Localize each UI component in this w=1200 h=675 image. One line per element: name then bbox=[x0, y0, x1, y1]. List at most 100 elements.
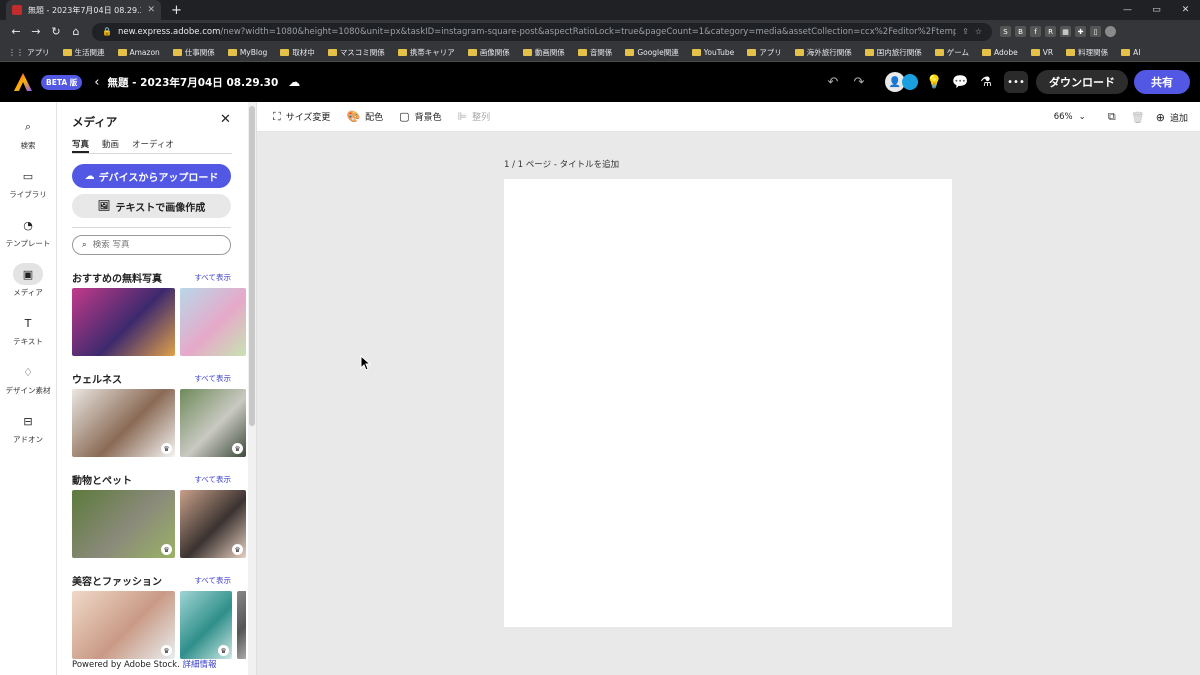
window-close-button[interactable]: ✕ bbox=[1171, 5, 1200, 15]
more-info-link[interactable]: 詳細情報 bbox=[183, 660, 217, 670]
rail-item[interactable]: ▭ ライブラリ bbox=[0, 165, 56, 200]
bookmark-item[interactable]: ⋮⋮ アプリ bbox=[8, 47, 50, 58]
bookmark-item[interactable]: 携帯キャリア bbox=[397, 47, 455, 58]
rail-item-label: ライブラリ bbox=[9, 190, 47, 199]
bookmark-item[interactable]: AI bbox=[1121, 48, 1140, 57]
maximize-button[interactable]: ▭ bbox=[1142, 5, 1171, 15]
extension-icon[interactable]: B bbox=[1015, 26, 1026, 37]
photo-thumbnail[interactable] bbox=[180, 288, 246, 356]
add-page-button[interactable]: ⊕ 追加 bbox=[1156, 111, 1188, 124]
photo-thumbnail[interactable]: ♛ bbox=[72, 591, 175, 659]
share-page-icon[interactable]: ⇪ bbox=[962, 27, 969, 36]
rail-item[interactable]: T テキスト bbox=[0, 312, 56, 347]
trash-icon[interactable]: 🗑 bbox=[1130, 111, 1146, 124]
bookmark-item[interactable]: Amazon bbox=[117, 48, 160, 57]
bookmark-item[interactable]: 海外旅行関係 bbox=[794, 47, 852, 58]
scrollbar-thumb[interactable] bbox=[249, 106, 255, 426]
color-scheme-button[interactable]: 🎨 配色 bbox=[346, 110, 383, 123]
redo-icon[interactable]: ↷ bbox=[851, 75, 867, 90]
tab-photos[interactable]: 写真 bbox=[72, 138, 90, 153]
panel-scrollbar[interactable] bbox=[248, 102, 256, 675]
rail-item[interactable]: ▣ メディア bbox=[0, 263, 56, 298]
photo-search-field[interactable]: ⌕ bbox=[72, 235, 231, 255]
bookmark-item[interactable]: アプリ bbox=[747, 47, 782, 58]
resize-button[interactable]: ⛶ サイズ変更 bbox=[273, 110, 330, 124]
duplicate-page-icon[interactable]: ⧉ bbox=[1104, 110, 1120, 124]
bookmark-item[interactable]: 取材中 bbox=[280, 47, 315, 58]
document-title[interactable]: 無題 - 2023年7月04日 08.29.30 bbox=[108, 75, 279, 90]
see-all-link[interactable]: すべて表示 bbox=[194, 575, 231, 586]
tab-audio[interactable]: オーディオ bbox=[132, 138, 174, 153]
photo-thumbnail[interactable]: ♛ bbox=[180, 389, 246, 457]
canvas-area[interactable]: 1 / 1 ページ - タイトルを追加 bbox=[257, 132, 1200, 675]
bookmark-label: 取材中 bbox=[292, 47, 315, 57]
collaborators[interactable]: 👤 bbox=[885, 72, 918, 92]
back-arrow-icon[interactable]: ← bbox=[6, 25, 26, 38]
rail-item[interactable]: ♢ デザイン素材 bbox=[0, 361, 56, 396]
bookmark-item[interactable]: ゲーム bbox=[934, 47, 969, 58]
more-options-button[interactable]: ••• bbox=[1004, 71, 1028, 93]
upload-from-device-button[interactable]: ☁ デバイスからアップロード bbox=[72, 164, 231, 188]
bookmark-item[interactable]: Google関連 bbox=[625, 47, 679, 58]
adobe-express-logo-icon[interactable] bbox=[13, 72, 33, 92]
avatar[interactable] bbox=[902, 74, 918, 90]
rail-item[interactable]: ◔ テンプレート bbox=[0, 214, 56, 249]
bookmark-item[interactable]: MyBlog bbox=[227, 48, 267, 57]
bookmark-item[interactable]: YouTube bbox=[691, 48, 734, 57]
see-all-link[interactable]: すべて表示 bbox=[194, 474, 231, 485]
extension-icon[interactable]: ✚ bbox=[1075, 26, 1086, 37]
bookmark-star-icon[interactable]: ☆ bbox=[975, 27, 982, 36]
new-tab-button[interactable]: + bbox=[171, 3, 182, 18]
extension-icon[interactable]: f bbox=[1030, 26, 1041, 37]
extension-icon[interactable]: S bbox=[1000, 26, 1011, 37]
address-bar[interactable]: 🔒 new.express.adobe.com/new?width=1080&h… bbox=[92, 22, 992, 41]
search-input[interactable] bbox=[92, 240, 203, 250]
forward-arrow-icon[interactable]: → bbox=[26, 25, 46, 38]
align-button[interactable]: ⊫ 整列 bbox=[458, 110, 491, 123]
rail-item[interactable]: ⌕ 検索 bbox=[0, 116, 56, 151]
zoom-select[interactable]: 66% ⌄ bbox=[1054, 112, 1086, 122]
photo-thumbnail[interactable]: ♛ bbox=[180, 591, 232, 659]
minimize-button[interactable]: — bbox=[1113, 5, 1142, 15]
page-label[interactable]: 1 / 1 ページ - タイトルを追加 bbox=[504, 158, 619, 170]
bookmark-item[interactable]: 音関係 bbox=[577, 47, 612, 58]
bookmark-item[interactable]: 動画関係 bbox=[522, 47, 565, 58]
see-all-link[interactable]: すべて表示 bbox=[194, 373, 231, 384]
bookmark-item[interactable]: VR bbox=[1030, 48, 1053, 57]
bookmark-item[interactable]: 料理関係 bbox=[1066, 47, 1108, 58]
photo-thumbnail[interactable]: ♛ bbox=[72, 490, 175, 558]
bookmark-item[interactable]: 生活関連 bbox=[62, 47, 105, 58]
bookmark-item[interactable]: 国内旅行関係 bbox=[864, 47, 922, 58]
lightbulb-icon[interactable]: 💡 bbox=[926, 75, 942, 90]
tab-close-icon[interactable]: ✕ bbox=[147, 5, 155, 15]
design-page[interactable] bbox=[504, 179, 952, 627]
extension-icon[interactable]: ▦ bbox=[1060, 26, 1071, 37]
photo-thumbnail[interactable]: ♛ bbox=[72, 389, 175, 457]
undo-icon[interactable]: ↶ bbox=[825, 75, 841, 90]
profile-avatar[interactable] bbox=[1105, 26, 1116, 37]
browser-tab[interactable]: 無題 - 2023年7月04日 08.29.30 ✕ bbox=[6, 0, 161, 20]
photo-thumbnail[interactable]: ♛ bbox=[180, 490, 246, 558]
share-button[interactable]: 共有 bbox=[1134, 70, 1190, 94]
extension-icon[interactable]: R bbox=[1045, 26, 1056, 37]
home-icon[interactable]: ⌂ bbox=[66, 25, 86, 38]
panel-close-icon[interactable]: ✕ bbox=[220, 112, 231, 127]
photo-thumbnail[interactable] bbox=[72, 288, 175, 356]
back-chevron-icon[interactable]: ‹ bbox=[94, 75, 99, 90]
tab-videos[interactable]: 動画 bbox=[102, 138, 119, 153]
bookmark-item[interactable]: 画像関係 bbox=[467, 47, 510, 58]
download-button[interactable]: ダウンロード bbox=[1036, 70, 1128, 94]
bookmark-item[interactable]: 仕事関係 bbox=[172, 47, 215, 58]
text-to-image-button[interactable]: 🖼 テキストで画像作成 bbox=[72, 194, 231, 218]
extension-icon[interactable]: ▯ bbox=[1090, 26, 1101, 37]
background-color-button[interactable]: ▢ 背景色 bbox=[399, 110, 441, 123]
flask-icon[interactable]: ⚗ bbox=[978, 75, 994, 90]
bookmark-item[interactable]: マスコミ関係 bbox=[327, 47, 385, 58]
reload-icon[interactable]: ↻ bbox=[46, 25, 66, 38]
see-all-link[interactable]: すべて表示 bbox=[194, 272, 231, 283]
left-rail: ⌕ 検索 ▭ ライブラリ ◔ テンプレート ▣ メディア T テキスト ♢ デザイン素材 ⊟ アドオン bbox=[0, 102, 57, 675]
comment-icon[interactable]: 💬 bbox=[952, 75, 968, 90]
rail-item[interactable]: ⊟ アドオン bbox=[0, 410, 56, 445]
bookmark-item[interactable]: Adobe bbox=[982, 48, 1018, 57]
photo-thumbnail[interactable] bbox=[237, 591, 246, 659]
